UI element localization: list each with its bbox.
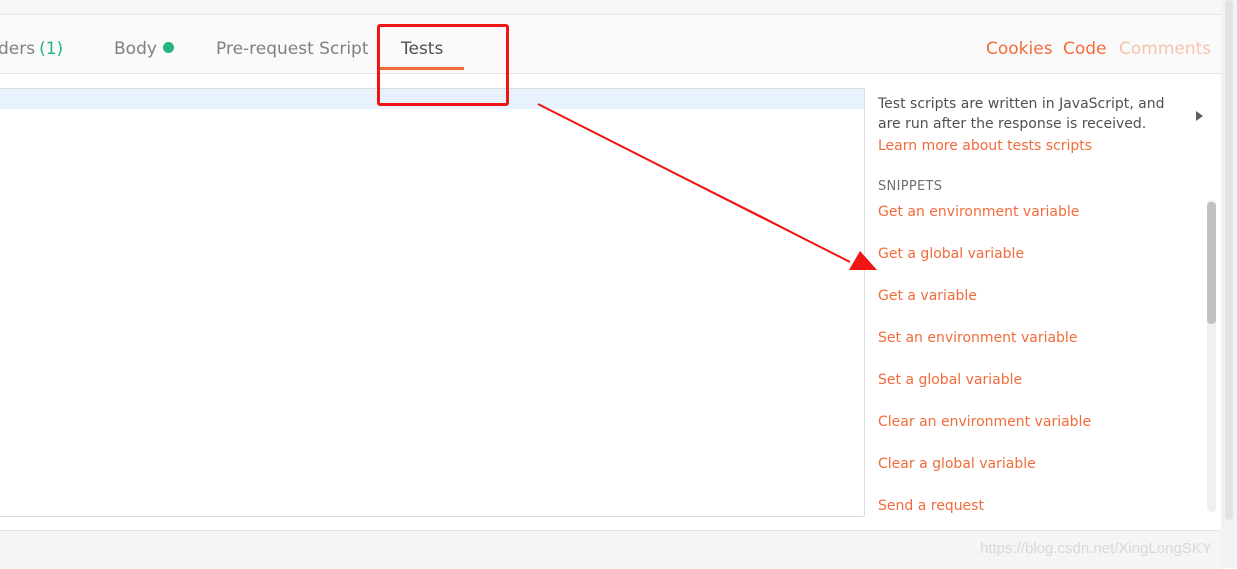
code-link[interactable]: Code: [1063, 15, 1107, 73]
snippet-get-global-variable[interactable]: Get a global variable: [878, 244, 1198, 286]
snippets-heading: SNIPPETS: [878, 179, 943, 194]
snippets-list: Get an environment variable Get a global…: [878, 202, 1198, 538]
snippet-get-variable[interactable]: Get a variable: [878, 286, 1198, 328]
window-scroll-thumb[interactable]: [1225, 0, 1233, 520]
snippet-get-environment-variable[interactable]: Get an environment variable: [878, 202, 1198, 244]
tests-script-editor[interactable]: [0, 88, 865, 517]
tab-headers[interactable]: ders (1): [0, 15, 63, 73]
body-status-dot-icon: [162, 42, 174, 53]
tab-body[interactable]: Body: [114, 15, 174, 73]
snippet-set-environment-variable[interactable]: Set an environment variable: [878, 328, 1198, 370]
tab-headers-count: (1): [39, 39, 64, 59]
top-strip: [0, 0, 1237, 15]
cookies-link[interactable]: Cookies: [986, 15, 1053, 73]
snippet-clear-environment-variable[interactable]: Clear an environment variable: [878, 412, 1198, 454]
request-tab-bar: ders (1) Body Pre-request Script Tests Co…: [0, 15, 1221, 74]
tests-description: Test scripts are written in JavaScript, …: [878, 96, 1165, 132]
tab-headers-label: ders: [0, 39, 36, 59]
comments-link[interactable]: Comments: [1119, 15, 1211, 73]
annotation-highlight-box: [377, 24, 509, 106]
collapse-sidebar-arrow-icon[interactable]: [1196, 111, 1203, 121]
tab-body-label: Body: [114, 39, 157, 59]
watermark-text: https://blog.csdn.net/XingLongSKY: [980, 540, 1212, 557]
snippets-scroll-thumb[interactable]: [1207, 202, 1216, 324]
tab-prerequest-script[interactable]: Pre-request Script: [216, 15, 369, 73]
snippet-set-global-variable[interactable]: Set a global variable: [878, 370, 1198, 412]
snippets-sidebar: Test scripts are written in JavaScript, …: [878, 94, 1198, 538]
learn-more-link[interactable]: Learn more about tests scripts: [878, 138, 1198, 154]
snippet-clear-global-variable[interactable]: Clear a global variable: [878, 454, 1198, 496]
tab-prerequest-label: Pre-request Script: [216, 39, 369, 59]
